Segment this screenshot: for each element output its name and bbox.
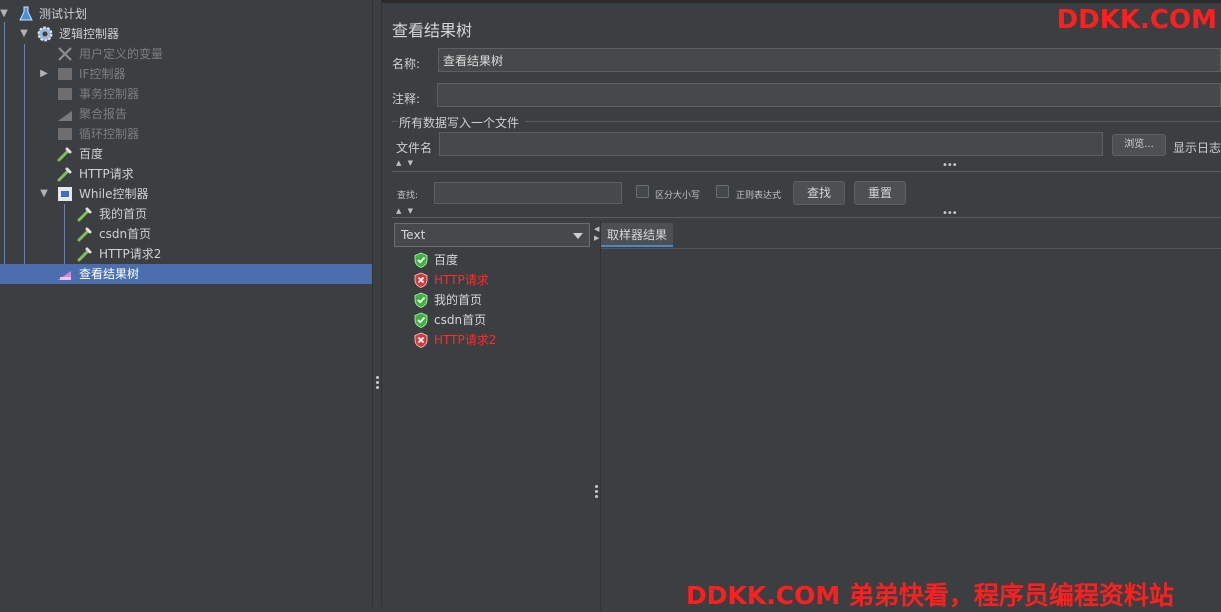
collapse-arrows-icon[interactable]: ◀ ▶ bbox=[594, 225, 599, 243]
tree-item-if-controller[interactable]: ▶ IF控制器 bbox=[0, 64, 372, 84]
filename-label: 文件名 bbox=[396, 141, 433, 155]
pipette-icon bbox=[57, 147, 72, 162]
pipette-icon bbox=[77, 247, 92, 262]
tree-item-view-results-tree[interactable]: 查看结果树 bbox=[0, 264, 372, 284]
search-label: 查找: bbox=[397, 191, 419, 201]
success-shield-icon bbox=[414, 292, 428, 308]
name-label: 名称: bbox=[392, 57, 421, 71]
search-splitter[interactable]: ▲ ▼ ••• bbox=[392, 159, 1221, 171]
tree-item-label: HTTP请求2 bbox=[99, 247, 162, 261]
tree-item-label: 百度 bbox=[79, 147, 104, 161]
controller-icon bbox=[58, 128, 72, 140]
tree-item-my-homepage[interactable]: 我的首页 bbox=[0, 204, 372, 224]
tree-item-baidu[interactable]: 百度 bbox=[0, 144, 372, 164]
result-item-label: 我的首页 bbox=[434, 293, 483, 307]
page-title: 查看结果树 bbox=[392, 21, 473, 40]
tree-item-while-controller[interactable]: ▼ While控制器 bbox=[0, 184, 372, 204]
success-shield-icon bbox=[414, 312, 428, 328]
tree-item-label: csdn首页 bbox=[99, 227, 152, 241]
tree-item-label: While控制器 bbox=[79, 187, 149, 201]
browse-button[interactable]: 浏览... bbox=[1112, 134, 1166, 156]
file-group-title: 所有数据写入一个文件 bbox=[399, 116, 520, 130]
tree-item-http-request[interactable]: HTTP请求 bbox=[0, 164, 372, 184]
tree-item-label: HTTP请求 bbox=[79, 167, 134, 181]
name-field[interactable] bbox=[438, 48, 1221, 72]
drag-handle-icon[interactable]: ••• bbox=[942, 161, 958, 171]
listener-icon bbox=[58, 271, 71, 280]
tree-item-transaction-controller[interactable]: 事务控制器 bbox=[0, 84, 372, 104]
show-log-label[interactable]: 显示日志 bbox=[1173, 139, 1221, 156]
group-border bbox=[525, 121, 1221, 122]
while-icon bbox=[58, 187, 72, 201]
tree-item-label: 查看结果树 bbox=[79, 267, 140, 281]
renderer-select[interactable]: Text bbox=[394, 223, 590, 247]
result-item-label: 百度 bbox=[434, 253, 459, 267]
tree-item-label: 测试计划 bbox=[39, 7, 88, 21]
filename-field[interactable] bbox=[439, 132, 1103, 156]
comment-field[interactable] bbox=[437, 83, 1221, 107]
pipette-icon bbox=[57, 167, 72, 182]
chevron-down-icon[interactable]: ▼ bbox=[38, 187, 50, 201]
find-button[interactable]: 查找 bbox=[793, 181, 845, 205]
tab-sampler-result[interactable]: 取样器结果 bbox=[601, 223, 674, 247]
gear-icon bbox=[37, 26, 53, 42]
divider bbox=[392, 217, 1221, 218]
tree-item-label: 我的首页 bbox=[99, 207, 148, 221]
comment-label: 注释: bbox=[392, 92, 421, 106]
tree-item-test-plan[interactable]: ▼ 测试计划 bbox=[0, 4, 372, 24]
sampler-result-pane: 取样器结果 bbox=[601, 221, 1221, 610]
result-item-label: HTTP请求 bbox=[434, 273, 489, 287]
test-plan-tree: ▼ 测试计划 ▼ 逻辑控制器 用户定义的变量 ▶ IF控制器 事务控制器 聚合报… bbox=[0, 0, 372, 607]
case-sensitive-label[interactable]: 区分大小写 bbox=[655, 188, 700, 201]
tools-icon bbox=[58, 47, 72, 61]
results-list-pane: Text 百度 HTTP请求 我的首页 csdn首页 HTTP请求2 bbox=[392, 221, 592, 610]
tree-item-aggregate-report[interactable]: 聚合报告 bbox=[0, 104, 372, 124]
collapse-arrows-icon[interactable]: ▲ ▼ bbox=[396, 207, 415, 215]
tree-item-label: 逻辑控制器 bbox=[59, 27, 120, 41]
case-sensitive-checkbox[interactable] bbox=[636, 185, 649, 198]
tree-item-http-request-2[interactable]: HTTP请求2 bbox=[0, 244, 372, 264]
flask-icon bbox=[19, 6, 33, 21]
search-input[interactable] bbox=[434, 182, 622, 204]
view-results-tree-panel: 查看结果树 名称: 注释: 所有数据写入一个文件 文件名 浏览... 显示日志 … bbox=[382, 0, 1221, 610]
regex-label[interactable]: 正则表达式 bbox=[736, 188, 781, 201]
pipette-icon bbox=[77, 207, 92, 222]
drag-handle-icon[interactable] bbox=[595, 485, 598, 499]
error-shield-icon bbox=[414, 332, 428, 348]
tree-item-user-variables[interactable]: 用户定义的变量 bbox=[0, 44, 372, 64]
error-shield-icon bbox=[414, 272, 428, 288]
tree-item-label: IF控制器 bbox=[79, 67, 126, 81]
watermark-top: DDKK.COM bbox=[1056, 5, 1217, 35]
tree-panel-splitter[interactable] bbox=[372, 0, 382, 607]
result-item-label: HTTP请求2 bbox=[434, 333, 497, 347]
tree-item-loop-controller[interactable]: 循环控制器 bbox=[0, 124, 372, 144]
result-item-label: csdn首页 bbox=[434, 313, 487, 327]
success-shield-icon bbox=[414, 252, 428, 268]
chart-icon bbox=[58, 111, 72, 121]
results-pane-splitter[interactable]: ◀ ▶ bbox=[592, 221, 601, 610]
controller-icon bbox=[58, 88, 72, 100]
chevron-down-icon[interactable]: ▼ bbox=[0, 7, 10, 21]
chevron-down-icon[interactable]: ▼ bbox=[18, 27, 30, 41]
drag-handle-icon[interactable] bbox=[376, 376, 379, 390]
tree-item-label: 聚合报告 bbox=[79, 107, 128, 121]
chevron-right-icon[interactable]: ▶ bbox=[38, 67, 50, 81]
tree-item-csdn-homepage[interactable]: csdn首页 bbox=[0, 224, 372, 244]
regex-checkbox[interactable] bbox=[716, 185, 729, 198]
group-border bbox=[392, 121, 398, 122]
pipette-icon bbox=[77, 227, 92, 242]
tree-item-logic-controller[interactable]: ▼ 逻辑控制器 bbox=[0, 24, 372, 44]
controller-icon bbox=[58, 68, 72, 80]
tab-underline bbox=[601, 248, 1221, 249]
reset-button[interactable]: 重置 bbox=[854, 181, 906, 205]
collapse-arrows-icon[interactable]: ▲ ▼ bbox=[396, 159, 415, 167]
renderer-select-value: Text bbox=[401, 228, 426, 242]
divider bbox=[392, 171, 1221, 172]
tree-item-label: 事务控制器 bbox=[79, 87, 140, 101]
chevron-down-icon[interactable] bbox=[573, 233, 583, 239]
tree-item-label: 用户定义的变量 bbox=[79, 47, 164, 61]
tree-item-label: 循环控制器 bbox=[79, 127, 140, 141]
